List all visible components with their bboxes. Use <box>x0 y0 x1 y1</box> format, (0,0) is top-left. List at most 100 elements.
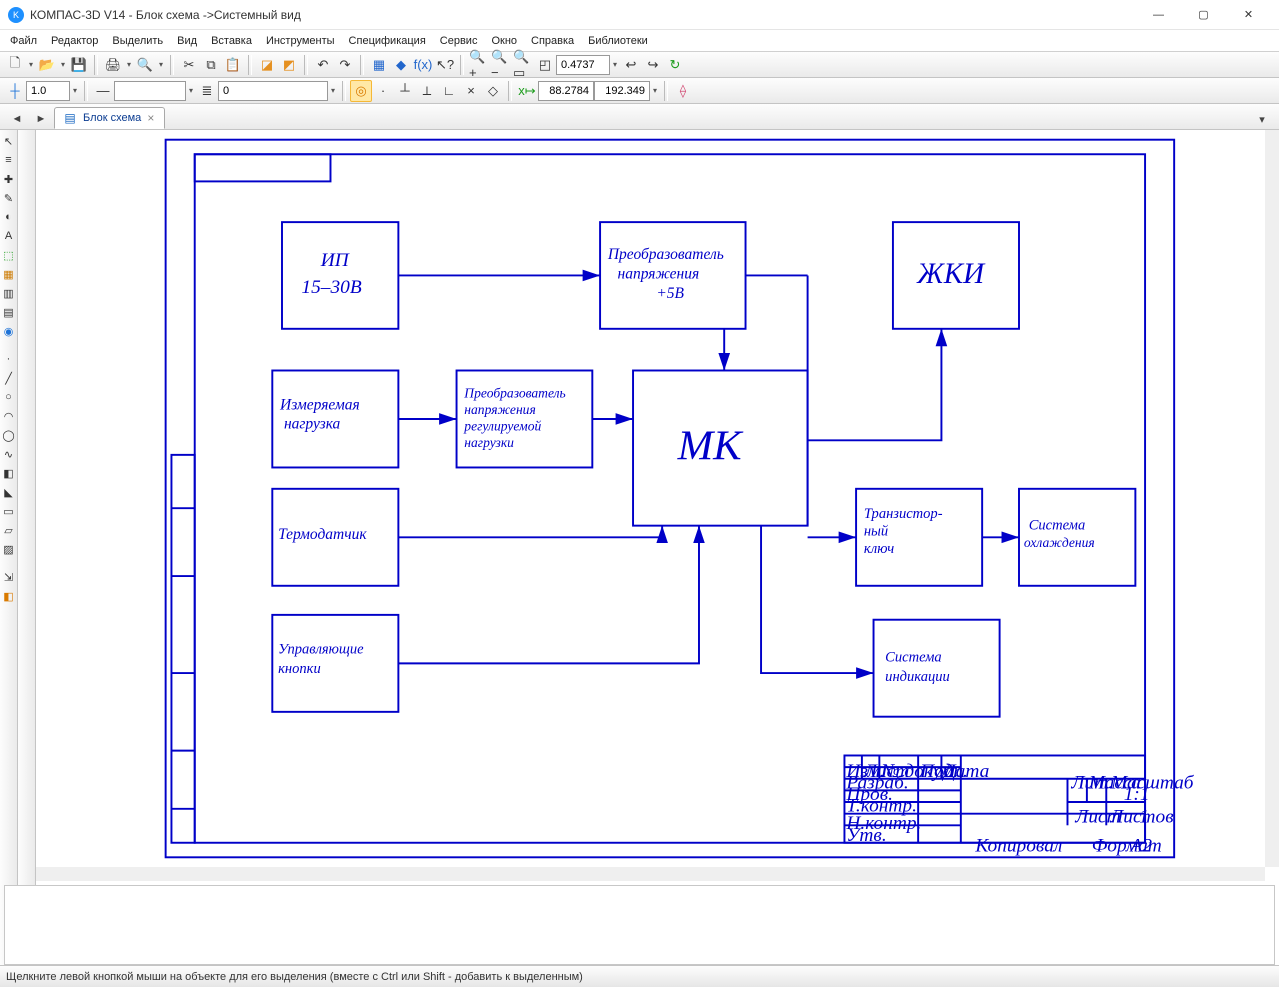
scale-dd[interactable]: ▾ <box>70 80 80 102</box>
variables-button[interactable]: ◆ <box>390 54 412 76</box>
zoom-next-button[interactable]: ↪ <box>642 54 664 76</box>
snap-grid-button[interactable]: ┴ <box>394 80 416 102</box>
vertical-scrollbar[interactable] <box>1265 130 1279 867</box>
menu-window[interactable]: Окно <box>485 33 523 49</box>
horizontal-scrollbar[interactable] <box>36 867 1265 881</box>
menu-view[interactable]: Вид <box>171 33 203 49</box>
snap-perp-button[interactable]: ⟂ <box>416 80 438 102</box>
coord-dd[interactable]: ▾ <box>650 80 660 102</box>
help-cursor-button[interactable]: ↖? <box>434 54 456 76</box>
menu-editor[interactable]: Редактор <box>45 33 104 49</box>
snap-end-button[interactable]: ◎ <box>350 80 372 102</box>
new-file-dd[interactable]: ▾ <box>26 54 36 76</box>
refresh-button[interactable]: ↻ <box>664 54 686 76</box>
close-button[interactable]: ✕ <box>1226 0 1271 30</box>
lt-hatch-icon[interactable]: ▨ <box>0 540 17 558</box>
coord-x-input[interactable] <box>538 81 594 101</box>
lt-ellipse-icon[interactable]: ◯ <box>0 426 17 444</box>
svg-text:напряжения: напряжения <box>618 265 700 282</box>
coord-y-input[interactable] <box>594 81 650 101</box>
zoom-value-input[interactable] <box>556 55 610 75</box>
drawing-canvas[interactable]: ИП 15–30В Преобразователь напряжения +5В… <box>36 130 1265 867</box>
zoom-prev-button[interactable]: ↩ <box>620 54 642 76</box>
menu-file[interactable]: Файл <box>4 33 43 49</box>
properties-button[interactable]: ◪ <box>256 54 278 76</box>
copy-button[interactable]: ⧉ <box>200 54 222 76</box>
menu-libs[interactable]: Библиотеки <box>582 33 654 49</box>
lt-seg-icon[interactable]: ╱ <box>0 369 17 387</box>
lt-spline-icon[interactable]: ∿ <box>0 445 17 463</box>
zoom-fit-button[interactable]: ◰ <box>534 54 556 76</box>
stroke-dd[interactable]: ▾ <box>186 80 196 102</box>
tab-prev-button[interactable]: ◄ <box>6 109 28 129</box>
tab-overflow-button[interactable]: ▾ <box>1251 109 1273 129</box>
lt-arc-icon[interactable]: ◠ <box>0 407 17 425</box>
zoom-value-dd[interactable]: ▾ <box>610 54 620 76</box>
zoom-in-button[interactable]: 🔍+ <box>468 54 490 76</box>
lt-insert-icon[interactable]: ▤ <box>0 303 17 321</box>
left-toolbox: ↖ ≡ ✚ ✎ ◐ Α ⬚ ▦ ▥ ▤ ◉ · ╱ ○ ◠ ◯ ∿ ◧ ◣ ▭ … <box>0 130 36 965</box>
lt-measure-icon[interactable]: Α <box>0 227 17 245</box>
lt-circle-icon[interactable]: ○ <box>0 388 17 406</box>
minimize-button[interactable]: — <box>1136 0 1181 30</box>
cut-button[interactable]: ✂ <box>178 54 200 76</box>
command-panel[interactable] <box>4 885 1275 965</box>
lt-collect-icon[interactable]: ▱ <box>0 521 17 539</box>
open-file-dd[interactable]: ▾ <box>58 54 68 76</box>
library-mgr-button[interactable]: ▦ <box>368 54 390 76</box>
properties2-button[interactable]: ◩ <box>278 54 300 76</box>
fx-button[interactable]: f(x) <box>412 54 434 76</box>
menu-select[interactable]: Выделить <box>106 33 169 49</box>
scale-combo[interactable] <box>26 81 70 101</box>
lt-assoc-icon[interactable]: ◉ <box>0 322 17 340</box>
zoom-window-button[interactable]: 🔍▭ <box>512 54 534 76</box>
snap-tan-button[interactable]: ∟ <box>438 80 460 102</box>
snap-mid-button[interactable]: · <box>372 80 394 102</box>
linestyle-button[interactable]: ┼ <box>4 80 26 102</box>
print-dd[interactable]: ▾ <box>124 54 134 76</box>
line-style-icon[interactable]: — <box>92 80 114 102</box>
new-file-button[interactable]: 🗋 <box>4 54 26 76</box>
redo-button[interactable]: ↷ <box>334 54 356 76</box>
menu-spec[interactable]: Спецификация <box>343 33 432 49</box>
layer-dd[interactable]: ▾ <box>328 80 338 102</box>
paste-button[interactable]: 📋 <box>222 54 244 76</box>
lt-reflect-icon[interactable]: ◧ <box>0 464 17 482</box>
svg-text:Термодатчик: Термодатчик <box>278 526 367 543</box>
undo-button[interactable]: ↶ <box>312 54 334 76</box>
lt-dim-icon[interactable]: ≡ <box>0 151 17 169</box>
lt-select-icon[interactable]: ⬚ <box>0 246 17 264</box>
layer-combo[interactable] <box>218 81 328 101</box>
lt-edit-icon[interactable]: ✎ <box>0 189 17 207</box>
lt-line-icon[interactable]: · <box>0 350 17 368</box>
menu-service[interactable]: Сервис <box>434 33 484 49</box>
window-title: КОМПАС-3D V14 - Блок схема ->Системный в… <box>30 8 1136 22</box>
tab-next-button[interactable]: ► <box>30 109 52 129</box>
lt-report-icon[interactable]: ▥ <box>0 284 17 302</box>
print-button[interactable]: 🖨 <box>102 54 124 76</box>
snap-int-button[interactable]: × <box>460 80 482 102</box>
tool-misc-button[interactable]: ⟠ <box>672 80 694 102</box>
open-file-button[interactable]: 📂 <box>36 54 58 76</box>
menu-help[interactable]: Справка <box>525 33 580 49</box>
save-button[interactable]: 💾 <box>68 54 90 76</box>
zoom-out-button[interactable]: 🔍− <box>490 54 512 76</box>
stroke-combo[interactable] <box>114 81 186 101</box>
menu-insert[interactable]: Вставка <box>205 33 258 49</box>
preview-dd[interactable]: ▾ <box>156 54 166 76</box>
menu-tools[interactable]: Инструменты <box>260 33 341 49</box>
lt-drag-icon[interactable]: ⇲ <box>0 568 17 586</box>
lt-param-icon[interactable]: ◐ <box>0 208 17 226</box>
lt-eraser-icon[interactable]: ◧ <box>0 587 17 605</box>
lt-chamfer-icon[interactable]: ◣ <box>0 483 17 501</box>
tab-close-button[interactable]: × <box>147 111 154 125</box>
document-tab[interactable]: ▤ Блок схема × <box>54 107 165 129</box>
maximize-button[interactable]: ▢ <box>1181 0 1226 30</box>
print-preview-button[interactable]: 🔍 <box>134 54 156 76</box>
lt-spec-icon[interactable]: ▦ <box>0 265 17 283</box>
layer-icon[interactable]: ≣ <box>196 80 218 102</box>
lt-geom-icon[interactable]: ↖ <box>0 132 17 150</box>
lt-rect-icon[interactable]: ▭ <box>0 502 17 520</box>
snap-near-button[interactable]: ◇ <box>482 80 504 102</box>
lt-symbol-icon[interactable]: ✚ <box>0 170 17 188</box>
